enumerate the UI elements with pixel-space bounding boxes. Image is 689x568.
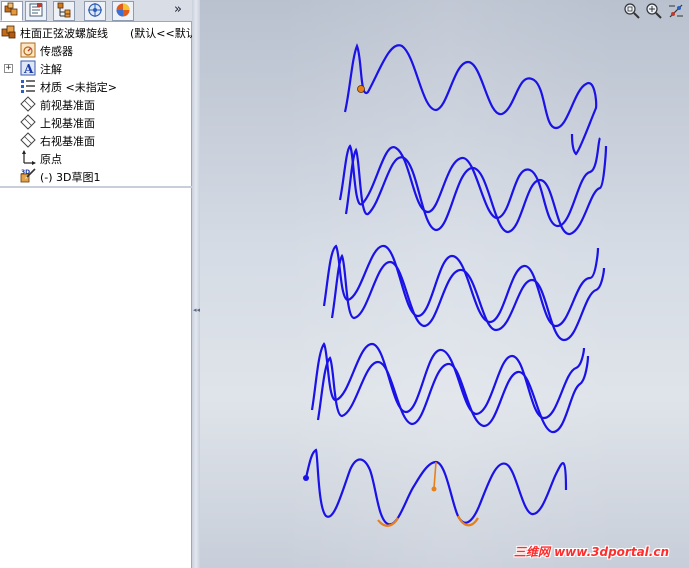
panel-splitter[interactable]: ◂◂◂ bbox=[192, 0, 204, 568]
tree-item-3d-sketch[interactable]: 3D (-) 3D草图1 bbox=[0, 167, 192, 185]
tab-dimxpert-manager[interactable] bbox=[84, 1, 106, 21]
endpoint-handle-bottom[interactable] bbox=[303, 475, 309, 481]
tree-item-label: 右视基准面 bbox=[40, 135, 95, 148]
tree-item-label: 原点 bbox=[40, 153, 62, 166]
tab-display-manager[interactable] bbox=[112, 1, 134, 21]
tree-separator bbox=[0, 186, 192, 188]
svg-text:3D: 3D bbox=[21, 169, 30, 176]
plane-icon bbox=[20, 114, 36, 130]
sensor-icon bbox=[20, 42, 36, 58]
view-toolbar bbox=[623, 2, 685, 20]
tree-item-part[interactable]: 柱面正弦波螺旋线 (默认<<默认 bbox=[0, 23, 197, 41]
tree-item-origin[interactable]: 原点 bbox=[0, 149, 192, 167]
more-tabs-button[interactable]: » bbox=[174, 2, 188, 18]
tab-property-manager[interactable] bbox=[25, 1, 47, 21]
property-manager-icon bbox=[28, 2, 44, 21]
origin-icon bbox=[20, 150, 36, 166]
view-orientation-icon[interactable] bbox=[667, 2, 685, 20]
tree-item-annotations[interactable]: + A 注解 bbox=[0, 59, 192, 77]
tree-item-label: 上视基准面 bbox=[40, 117, 95, 130]
tab-feature-manager[interactable] bbox=[1, 1, 23, 21]
annotation-icon: A bbox=[20, 60, 36, 76]
collapse-panel-grip[interactable]: ◂◂◂ bbox=[193, 307, 204, 331]
dimxpert-icon bbox=[87, 2, 103, 21]
expand-toggle[interactable]: + bbox=[4, 64, 13, 73]
3d-sketch-scene[interactable] bbox=[200, 0, 689, 568]
zoom-to-fit-icon[interactable] bbox=[623, 2, 641, 20]
tree-item-label: 材质 <未指定> bbox=[40, 81, 117, 94]
configuration-icon bbox=[56, 2, 72, 21]
plane-icon bbox=[20, 132, 36, 148]
tab-configuration-manager[interactable] bbox=[53, 1, 75, 21]
feature-manager-panel: » 柱面正弦波螺旋线 (默认<<默认 传感器 + A 注解 材质 <未指定> 前… bbox=[0, 0, 197, 568]
sketch3d-icon: 3D bbox=[20, 168, 36, 184]
endpoint-handle-top[interactable] bbox=[357, 85, 365, 93]
tree-item-label: 注解 bbox=[40, 63, 62, 76]
tree-item-right-plane[interactable]: 右视基准面 bbox=[0, 131, 192, 149]
tree-item-top-plane[interactable]: 上视基准面 bbox=[0, 113, 192, 131]
graphics-viewport[interactable]: 三维网 www.3dportal.cn bbox=[200, 0, 689, 568]
part-icon bbox=[1, 24, 17, 40]
tree-item-label: (-) 3D草图1 bbox=[40, 171, 101, 184]
zoom-to-area-icon[interactable] bbox=[645, 2, 663, 20]
tree-item-label: 前视基准面 bbox=[40, 99, 95, 112]
tree-item-label: 传感器 bbox=[40, 45, 73, 58]
feature-tree: 柱面正弦波螺旋线 (默认<<默认 传感器 + A 注解 材质 <未指定> 前视基… bbox=[0, 22, 197, 186]
viewport-sheen bbox=[280, 0, 620, 568]
watermark: 三维网 www.3dportal.cn bbox=[514, 543, 669, 560]
tree-item-material[interactable]: 材质 <未指定> bbox=[0, 77, 192, 95]
panel-tab-bar: » bbox=[0, 0, 192, 22]
watermark-url: www.3dportal.cn bbox=[554, 545, 669, 559]
appearance-icon bbox=[115, 2, 131, 21]
plane-icon bbox=[20, 96, 36, 112]
watermark-cn: 三维网 bbox=[513, 545, 550, 559]
feature-tree-icon bbox=[4, 2, 20, 21]
tree-item-sensors[interactable]: 传感器 bbox=[0, 41, 192, 59]
material-icon bbox=[20, 78, 36, 94]
svg-text:A: A bbox=[23, 62, 34, 76]
part-configuration: (默认<<默认 bbox=[130, 27, 197, 40]
tree-item-front-plane[interactable]: 前视基准面 bbox=[0, 95, 192, 113]
part-name: 柱面正弦波螺旋线 bbox=[20, 27, 108, 40]
sketch-point[interactable] bbox=[431, 486, 437, 492]
